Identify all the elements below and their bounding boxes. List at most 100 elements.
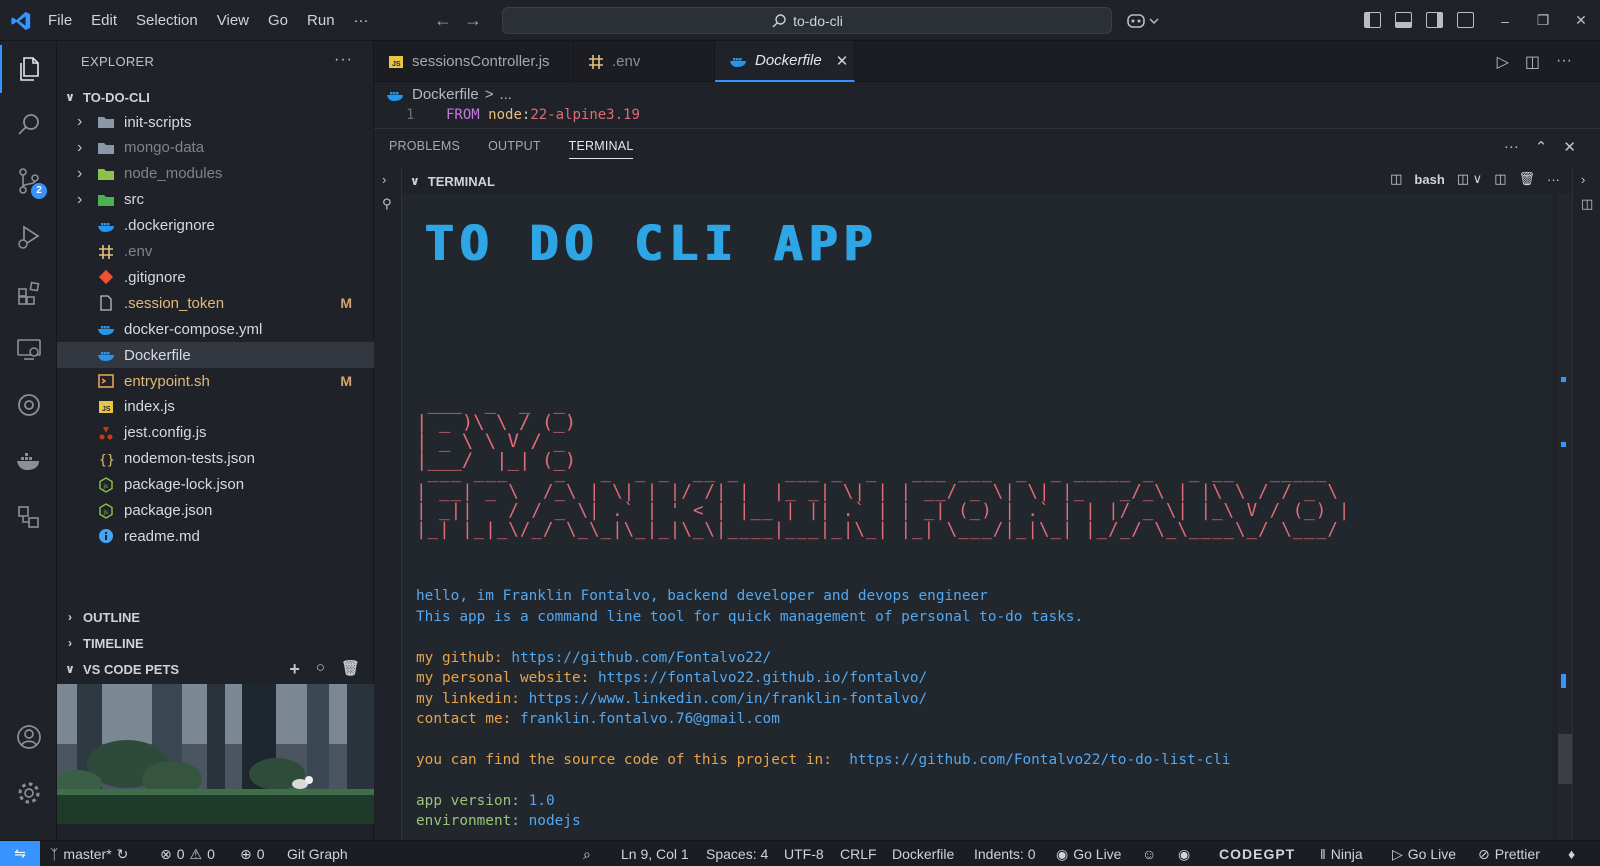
vscode-pets-section[interactable]: ∨ VS CODE PETS + ○ 🗑 — [57, 656, 374, 682]
linkedin-link[interactable]: https://www.linkedin.com/in/franklin-fon… — [529, 691, 928, 707]
project-header[interactable]: ∨ TO-DO-CLI — [57, 84, 374, 110]
more-actions-icon[interactable]: ··· — [1504, 138, 1519, 156]
file-item[interactable]: readme.md — [57, 523, 374, 549]
split-editor-icon[interactable]: ◫ — [1525, 52, 1540, 72]
file-item[interactable]: js package.json — [57, 498, 374, 524]
indents-status[interactable]: Indents: 0 — [974, 841, 1036, 866]
git-graph-status[interactable]: Git Graph — [287, 841, 348, 866]
customize-layout-icon[interactable] — [1457, 12, 1474, 28]
menu-file[interactable]: File — [48, 12, 72, 29]
menu-more[interactable]: ··· — [354, 12, 369, 29]
website-link[interactable]: https://fontalvo22.github.io/fontalvo/ — [598, 670, 927, 686]
close-tab-icon[interactable]: ✕ — [836, 52, 849, 70]
encoding-setting[interactable]: UTF-8 — [784, 841, 824, 866]
terminal-layout-icon[interactable]: ◫ — [1494, 171, 1506, 187]
explorer-icon[interactable] — [0, 45, 57, 93]
minimize-icon[interactable]: – — [1486, 13, 1524, 29]
settings-gear-icon[interactable] — [0, 769, 57, 817]
tab-env[interactable]: .env — [574, 41, 715, 82]
chevron-right-icon[interactable]: › — [1581, 172, 1585, 187]
delete-pet-icon[interactable]: 🗑 — [341, 659, 360, 680]
add-pet-icon[interactable]: + — [289, 659, 300, 680]
copilot-status-icon[interactable]: ◉ — [1178, 841, 1190, 866]
more-actions-icon[interactable]: ··· — [1547, 172, 1560, 187]
account-icon[interactable] — [0, 713, 57, 761]
source-link[interactable]: https://github.com/Fontalvo22/to-do-list… — [849, 752, 1230, 768]
file-item[interactable]: JS index.js — [57, 394, 374, 420]
maximize-panel-icon[interactable]: ⌃ — [1535, 138, 1548, 156]
run-debug-icon[interactable] — [0, 213, 57, 261]
close-window-icon[interactable]: ✕ — [1562, 12, 1600, 29]
command-center-search[interactable]: to-do-cli — [502, 7, 1112, 34]
chevron-right-icon[interactable]: › — [382, 172, 386, 187]
docker-icon[interactable] — [0, 437, 57, 485]
remote-explorer-icon[interactable] — [0, 325, 57, 373]
tab-output[interactable]: OUTPUT — [488, 139, 541, 159]
file-item[interactable]: js package-lock.json — [57, 472, 374, 498]
extensions-icon[interactable] — [0, 269, 57, 317]
forward-arrow-icon[interactable]: → — [464, 10, 482, 31]
run-icon[interactable]: ▷ — [1497, 52, 1509, 72]
prettier-status[interactable]: ⊘ Prettier — [1478, 841, 1540, 866]
toggle-secondary-sidebar-icon[interactable] — [1426, 12, 1443, 28]
menu-view[interactable]: View — [217, 12, 249, 29]
tab-sessions-controller[interactable]: JS sessionsController.js — [374, 41, 574, 82]
file-item[interactable]: .env — [57, 239, 374, 265]
source-control-icon[interactable]: 2 — [0, 157, 57, 205]
shell-name[interactable]: bash — [1414, 172, 1444, 187]
tab-problems[interactable]: PROBLEMS — [389, 139, 460, 159]
tab-dockerfile[interactable]: Dockerfile ✕ — [715, 41, 855, 82]
git-graph-icon[interactable] — [0, 493, 57, 541]
split-terminal-icon[interactable]: ◫ ∨ — [1457, 171, 1482, 187]
timeline-section[interactable]: › TIMELINE — [57, 630, 374, 656]
menu-go[interactable]: Go — [268, 12, 288, 29]
menu-edit[interactable]: Edit — [91, 12, 117, 29]
branch-indicator[interactable]: ᛉ master* ↻ — [50, 841, 128, 866]
terminal-output[interactable]: TO DO CLI APP ___ _ _ _ | _ )\ \ / (_) |… — [402, 194, 1552, 841]
feedback-icon[interactable]: ☺ — [1142, 841, 1156, 866]
chevron-down-icon[interactable]: ∨ — [410, 174, 420, 188]
chat-icon[interactable]: ◫ — [1581, 196, 1593, 212]
toggle-primary-sidebar-icon[interactable] — [1364, 12, 1381, 28]
folder-item[interactable]: › node_modules — [57, 161, 374, 187]
kill-terminal-icon[interactable]: 🗑 — [1518, 171, 1535, 187]
terminal-scrollbar[interactable] — [1558, 194, 1572, 841]
close-panel-icon[interactable]: ✕ — [1563, 138, 1576, 156]
cursor-position[interactable]: Ln 9, Col 1 — [621, 841, 689, 866]
file-item[interactable]: .dockerignore — [57, 213, 374, 239]
bell-icon[interactable]: ♦ — [1568, 841, 1575, 866]
github-link[interactable]: https://github.com/Fontalvo22/ — [511, 650, 771, 666]
browser-icon[interactable] — [0, 381, 57, 429]
back-arrow-icon[interactable]: ← — [434, 10, 452, 31]
file-item[interactable]: {} nodemon-tests.json — [57, 446, 374, 472]
breadcrumb-file[interactable]: Dockerfile — [412, 86, 479, 103]
folder-item[interactable]: › init-scripts — [57, 109, 374, 135]
pets-forest-scene[interactable] — [57, 684, 374, 824]
outline-section[interactable]: › OUTLINE — [57, 604, 374, 630]
throw-ball-icon[interactable]: ○ — [316, 659, 325, 680]
file-item[interactable]: .session_token M — [57, 290, 374, 316]
folder-item[interactable]: › mongo-data — [57, 135, 374, 161]
codegpt-status[interactable]: CODEGPT — [1219, 841, 1295, 866]
scroll-thumb[interactable] — [1558, 734, 1572, 784]
search-activity-icon[interactable] — [0, 101, 57, 149]
breadcrumb-symbols[interactable]: ... — [499, 86, 512, 103]
go-live-2[interactable]: ▷ Go Live — [1392, 841, 1456, 866]
menu-run[interactable]: Run — [307, 12, 335, 29]
file-item[interactable]: .gitignore — [57, 264, 374, 290]
go-live-1[interactable]: ◉ Go Live — [1056, 841, 1121, 866]
toggle-panel-icon[interactable] — [1395, 12, 1412, 28]
remote-indicator-icon[interactable]: ⇋ — [0, 840, 40, 866]
more-actions-icon[interactable]: ··· — [1556, 52, 1572, 72]
more-actions-icon[interactable]: ··· — [334, 51, 353, 69]
tab-terminal[interactable]: TERMINAL — [568, 139, 634, 159]
copilot-icon[interactable] — [1126, 11, 1162, 31]
eol-setting[interactable]: CRLF — [840, 841, 877, 866]
contact-email[interactable]: franklin.fontalvo.76@gmail.com — [520, 711, 780, 727]
pin-icon[interactable]: ⚲ — [382, 196, 392, 212]
folder-item[interactable]: › src — [57, 187, 374, 213]
language-mode[interactable]: Dockerfile — [892, 841, 954, 866]
indentation-setting[interactable]: Spaces: 4 — [706, 841, 768, 866]
file-item[interactable]: docker-compose.yml — [57, 316, 374, 342]
restore-icon[interactable]: ❐ — [1524, 12, 1562, 29]
